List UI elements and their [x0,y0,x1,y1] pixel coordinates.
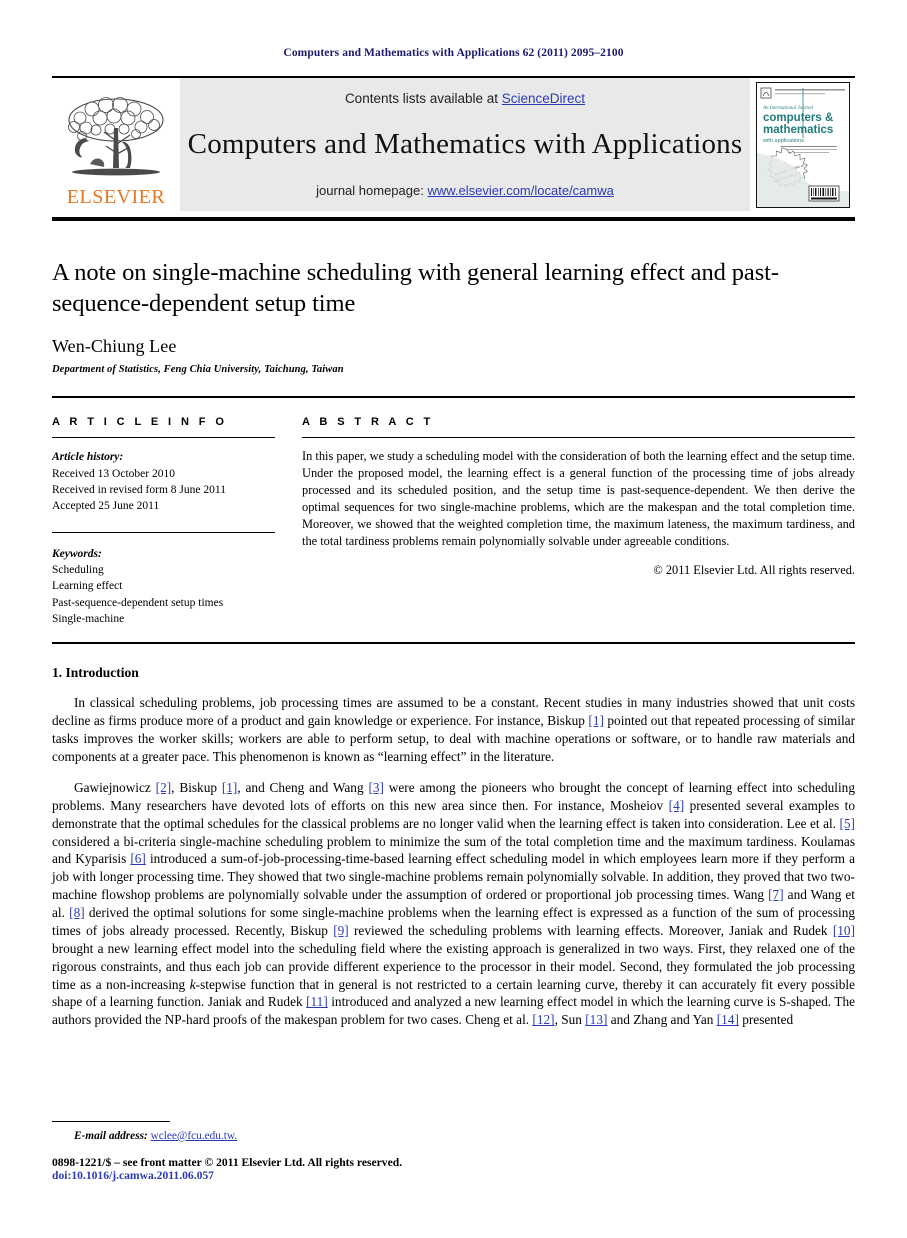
page-footer: E-mail address: wclee@fcu.edu.tw. 0898-1… [52,1121,855,1182]
author-name: Wen-Chiung Lee [52,336,177,357]
abstract-text: In this paper, we study a scheduling mod… [302,449,855,548]
section-heading-introduction: 1. Introduction [52,665,855,681]
abstract-bottom-rule [52,642,855,645]
elsevier-logo: ELSEVIER [52,78,180,211]
keyword-item: Scheduling [52,563,104,576]
svg-text:mathematics: mathematics [763,124,833,136]
cover-image: An International Journal computers & mat… [755,81,850,208]
homepage-prefix: journal homepage: [316,183,428,198]
title-bottom-rule [52,396,855,399]
contents-lists-line: Contents lists available at ScienceDirec… [345,91,585,106]
email-label: E-mail address: [74,1130,148,1142]
keyword-item: Learning effect [52,580,123,593]
abstract-copyright: © 2011 Elsevier Ltd. All rights reserved… [653,562,855,577]
svg-text:computers &: computers & [763,112,833,124]
p2-text: , Sun [554,1012,586,1028]
citation-ref-13[interactable]: [13] [585,1012,607,1027]
citation-ref-6[interactable]: [6] [130,851,146,866]
p2-text: introduced a sum-of-job-processing-time-… [52,851,855,903]
keyword-item: Single-machine [52,612,125,625]
info-abstract-row: A R T I C L E I N F O Article history: R… [52,416,855,627]
p2-text: and Zhang and Yan [607,1012,717,1028]
sciencedirect-link[interactable]: ScienceDirect [502,91,585,106]
section-number: 1. [52,665,63,681]
p2-text: , Biskup [171,779,222,795]
p2-text: reviewed the scheduling problems with le… [348,922,833,938]
journal-homepage-link[interactable]: www.elsevier.com/locate/camwa [427,183,613,198]
keywords-rule [52,531,275,533]
journal-cover-thumbnail: An International Journal computers & mat… [750,78,855,211]
article-info-heading: A R T I C L E I N F O [52,416,228,429]
section-title-text: Introduction [65,665,139,681]
article-info-column: A R T I C L E I N F O Article history: R… [52,416,295,627]
journal-homepage-line: journal homepage: www.elsevier.com/locat… [316,183,614,198]
citation-ref-2[interactable]: [2] [156,780,172,795]
footnote-rule [52,1121,170,1122]
paper-page: Computers and Mathematics with Applicati… [0,0,907,1238]
banner-center: Contents lists available at ScienceDirec… [180,78,750,211]
page-title: A note on single-machine scheduling with… [52,259,779,318]
journal-banner: ELSEVIER Contents lists available at Sci… [52,76,855,211]
citation-ref-14[interactable]: [14] [717,1012,739,1027]
article-history-block: Article history: Received 13 October 201… [52,449,275,514]
history-item: Received in revised form 8 June 2011 [52,483,226,496]
issn-copyright-line: 0898-1221/$ – see front matter © 2011 El… [52,1156,403,1169]
citation-ref-8[interactable]: [8] [69,905,85,920]
svg-text:An International Journal: An International Journal [762,106,814,111]
p2-text: , and Cheng and Wang [237,779,369,795]
abstract-column: A B S T R A C T In this paper, we study … [295,416,855,627]
citation-ref-1b[interactable]: [1] [222,780,238,795]
keyword-item: Past-sequence-dependent setup times [52,596,224,609]
abstract-heading: A B S T R A C T [302,416,434,429]
email-link[interactable]: wclee@fcu.edu.tw. [151,1130,238,1142]
footnote-email-line: E-mail address: wclee@fcu.edu.tw. [52,1130,855,1142]
doi-line: doi:10.1016/j.camwa.2011.06.057 [52,1169,214,1182]
history-item: Received 13 October 2010 [52,467,175,480]
paragraph-2: Gawiejnowicz [2], Biskup [1], and Cheng … [52,779,855,1029]
title-block: A note on single-machine scheduling with… [52,221,855,375]
citation-ref-3[interactable]: [3] [368,780,384,795]
running-head: Computers and Mathematics with Applicati… [283,47,624,59]
citation-ref-5[interactable]: [5] [839,816,855,831]
citation-ref-11[interactable]: [11] [306,994,328,1009]
citation-ref-7[interactable]: [7] [768,887,784,902]
paragraph-1: In classical scheduling problems, job pr… [52,694,855,766]
p2-text: Gawiejnowicz [74,779,156,795]
citation-ref-4[interactable]: [4] [669,798,685,813]
citation-ref-9[interactable]: [9] [333,923,349,938]
elsevier-wordmark: ELSEVIER [66,186,166,208]
cover-artwork-icon: An International Journal computers & mat… [756,82,849,207]
citation-ref-12[interactable]: [12] [532,1012,554,1027]
citation-ref-10[interactable]: [10] [833,923,855,938]
elsevier-tree-icon [68,97,164,176]
history-item: Accepted 25 June 2011 [52,500,160,513]
article-history-label: Article history: [52,451,124,464]
article-info-rule [52,437,275,439]
author-affiliation: Department of Statistics, Feng Chia Univ… [52,364,344,376]
keywords-block: Keywords: Scheduling Learning effect Pas… [52,546,275,628]
abstract-rule [302,437,855,439]
citation-ref-1[interactable]: [1] [588,713,604,728]
keywords-label: Keywords: [52,547,102,560]
svg-text:with applications: with applications [762,138,804,144]
contents-prefix: Contents lists available at [344,91,502,106]
p2-text: presented [738,1012,794,1028]
journal-title: Computers and Mathematics with Applicati… [187,128,743,160]
